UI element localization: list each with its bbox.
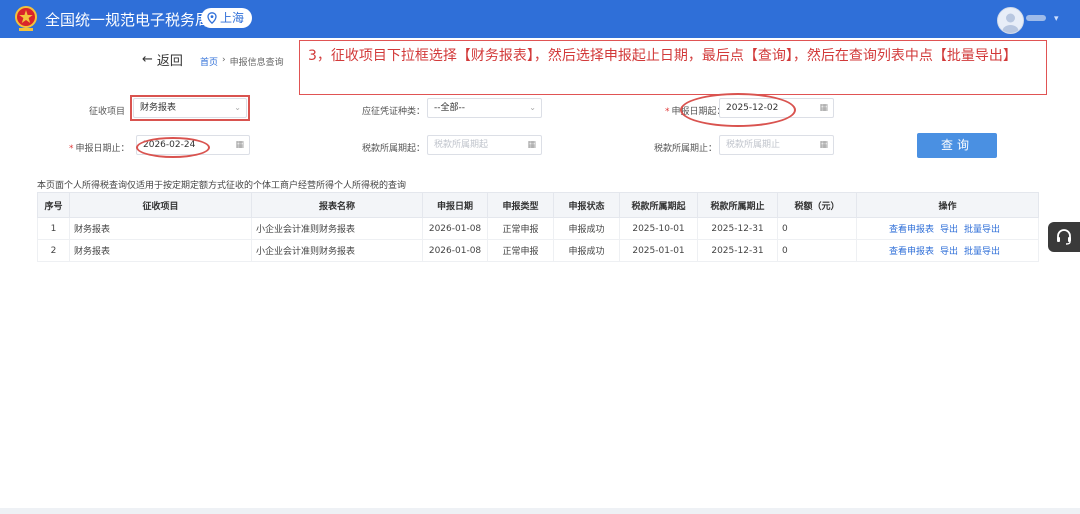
support-float-button[interactable] xyxy=(1048,222,1080,252)
cell-period-start: 2025-01-01 xyxy=(619,239,698,262)
highlight-box-tax-item xyxy=(130,95,250,121)
location-label: 上海 xyxy=(220,11,245,25)
breadcrumb: 首页 › 申报信息查询 xyxy=(200,55,284,68)
back-arrow-icon: ← xyxy=(142,52,153,67)
cell-type: 正常申报 xyxy=(487,239,554,262)
period-end-input[interactable]: 税款所属期止 ▦ xyxy=(719,135,834,155)
voucher-type-value: --全部-- xyxy=(434,103,465,113)
required-mark: * xyxy=(665,107,670,117)
cell-report: 小企业会计准则财务报表 xyxy=(251,239,423,262)
header-date: 申报日期 xyxy=(422,192,488,218)
user-avatar-icon[interactable] xyxy=(997,7,1024,34)
cell-status: 申报成功 xyxy=(553,239,620,262)
brand-title[interactable]: 全国统一规范电子税务局 xyxy=(45,9,210,30)
national-emblem-icon xyxy=(15,6,37,31)
header-period-start: 税款所属期起 xyxy=(619,192,698,218)
view-report-link[interactable]: 查看申报表 xyxy=(889,225,934,235)
header-item: 征收项目 xyxy=(69,192,252,218)
period-end-label: 税款所属期止： xyxy=(654,144,718,154)
highlight-ellipse-start-date xyxy=(680,93,796,127)
back-button[interactable]: ← 返回 xyxy=(142,50,183,69)
calendar-icon[interactable]: ▦ xyxy=(819,99,828,117)
table-row: 2 财务报表 小企业会计准则财务报表 2026-01-08 正常申报 申报成功 … xyxy=(37,239,1039,262)
instruction-callout: 3，征收项目下拉框选择【财务报表】，然后选择申报起止日期，最后点【查询】，然后在… xyxy=(299,40,1047,95)
cell-period-start: 2025-10-01 xyxy=(619,217,698,240)
cell-period-end: 2025-12-31 xyxy=(697,239,778,262)
results-table: 序号 征收项目 报表名称 申报日期 申报类型 申报状态 税款所属期起 税款所属期… xyxy=(37,192,1039,262)
highlight-ellipse-end-date xyxy=(136,137,210,158)
calendar-icon[interactable]: ▦ xyxy=(235,136,244,154)
cell-item: 财务报表 xyxy=(69,239,252,262)
batch-export-link[interactable]: 批量导出 xyxy=(964,247,1000,257)
export-link[interactable]: 导出 xyxy=(940,247,958,257)
cell-no: 2 xyxy=(37,239,70,262)
calendar-icon[interactable]: ▦ xyxy=(819,136,828,154)
chevron-down-icon[interactable]: ▾ xyxy=(1054,14,1059,24)
voucher-type-select[interactable]: --全部-- ⌄ xyxy=(427,98,542,118)
required-mark: * xyxy=(69,144,74,154)
cell-tax: 0 xyxy=(777,217,857,240)
cell-period-end: 2025-12-31 xyxy=(697,217,778,240)
header-status: 申报状态 xyxy=(553,192,620,218)
view-report-link[interactable]: 查看申报表 xyxy=(889,247,934,257)
cell-date: 2026-01-08 xyxy=(422,217,488,240)
table-row: 1 财务报表 小企业会计准则财务报表 2026-01-08 正常申报 申报成功 … xyxy=(37,217,1039,240)
export-link[interactable]: 导出 xyxy=(940,225,958,235)
header-no: 序号 xyxy=(37,192,70,218)
cell-type: 正常申报 xyxy=(487,217,554,240)
period-end-placeholder: 税款所属期止 xyxy=(726,140,781,150)
user-name-redacted[interactable] xyxy=(1026,15,1046,21)
back-label: 返回 xyxy=(156,54,183,69)
notice-text: 本页面个人所得税查询仅适用于按定期定额方式征收的个体工商户经营所得个人所得税的查… xyxy=(37,181,407,191)
cell-tax: 0 xyxy=(777,239,857,262)
query-button[interactable]: 查询 xyxy=(917,133,997,158)
tax-item-label: 征收项目 xyxy=(89,107,126,117)
header-type: 申报类型 xyxy=(487,192,554,218)
cell-actions: 查看申报表 导出 批量导出 xyxy=(856,217,1039,240)
cell-status: 申报成功 xyxy=(553,217,620,240)
period-start-label: 税款所属期起： xyxy=(362,144,426,154)
breadcrumb-home[interactable]: 首页 xyxy=(200,55,218,68)
headset-icon xyxy=(1057,229,1071,245)
cell-item: 财务报表 xyxy=(69,217,252,240)
header-tax: 税额（元） xyxy=(777,192,857,218)
cell-no: 1 xyxy=(37,217,70,240)
bottom-bar xyxy=(0,508,1080,514)
header-report: 报表名称 xyxy=(251,192,423,218)
header-actions: 操作 xyxy=(856,192,1039,218)
location-selector[interactable]: 上海 xyxy=(201,8,253,28)
cell-actions: 查看申报表 导出 批量导出 xyxy=(856,239,1039,262)
header-period-end: 税款所属期止 xyxy=(697,192,778,218)
calendar-icon[interactable]: ▦ xyxy=(527,136,536,154)
breadcrumb-separator: › xyxy=(222,55,226,65)
cell-report: 小企业会计准则财务报表 xyxy=(251,217,423,240)
voucher-type-label: 应征凭证种类： xyxy=(362,107,426,117)
end-date-label-text: 申报日期止： xyxy=(75,144,130,154)
location-pin-icon xyxy=(207,12,217,24)
breadcrumb-current: 申报信息查询 xyxy=(229,58,284,68)
period-start-placeholder: 税款所属期起 xyxy=(434,140,489,150)
dropdown-arrow-icon: ⌄ xyxy=(529,103,536,112)
top-bar: 全国统一规范电子税务局 上海 ▾ xyxy=(0,0,1080,38)
table-header-row: 序号 征收项目 报表名称 申报日期 申报类型 申报状态 税款所属期起 税款所属期… xyxy=(37,192,1039,218)
cell-date: 2026-01-08 xyxy=(422,239,488,262)
batch-export-link[interactable]: 批量导出 xyxy=(964,225,1000,235)
period-start-input[interactable]: 税款所属期起 ▦ xyxy=(427,135,542,155)
end-date-label: * 申报日期止： xyxy=(69,141,130,154)
